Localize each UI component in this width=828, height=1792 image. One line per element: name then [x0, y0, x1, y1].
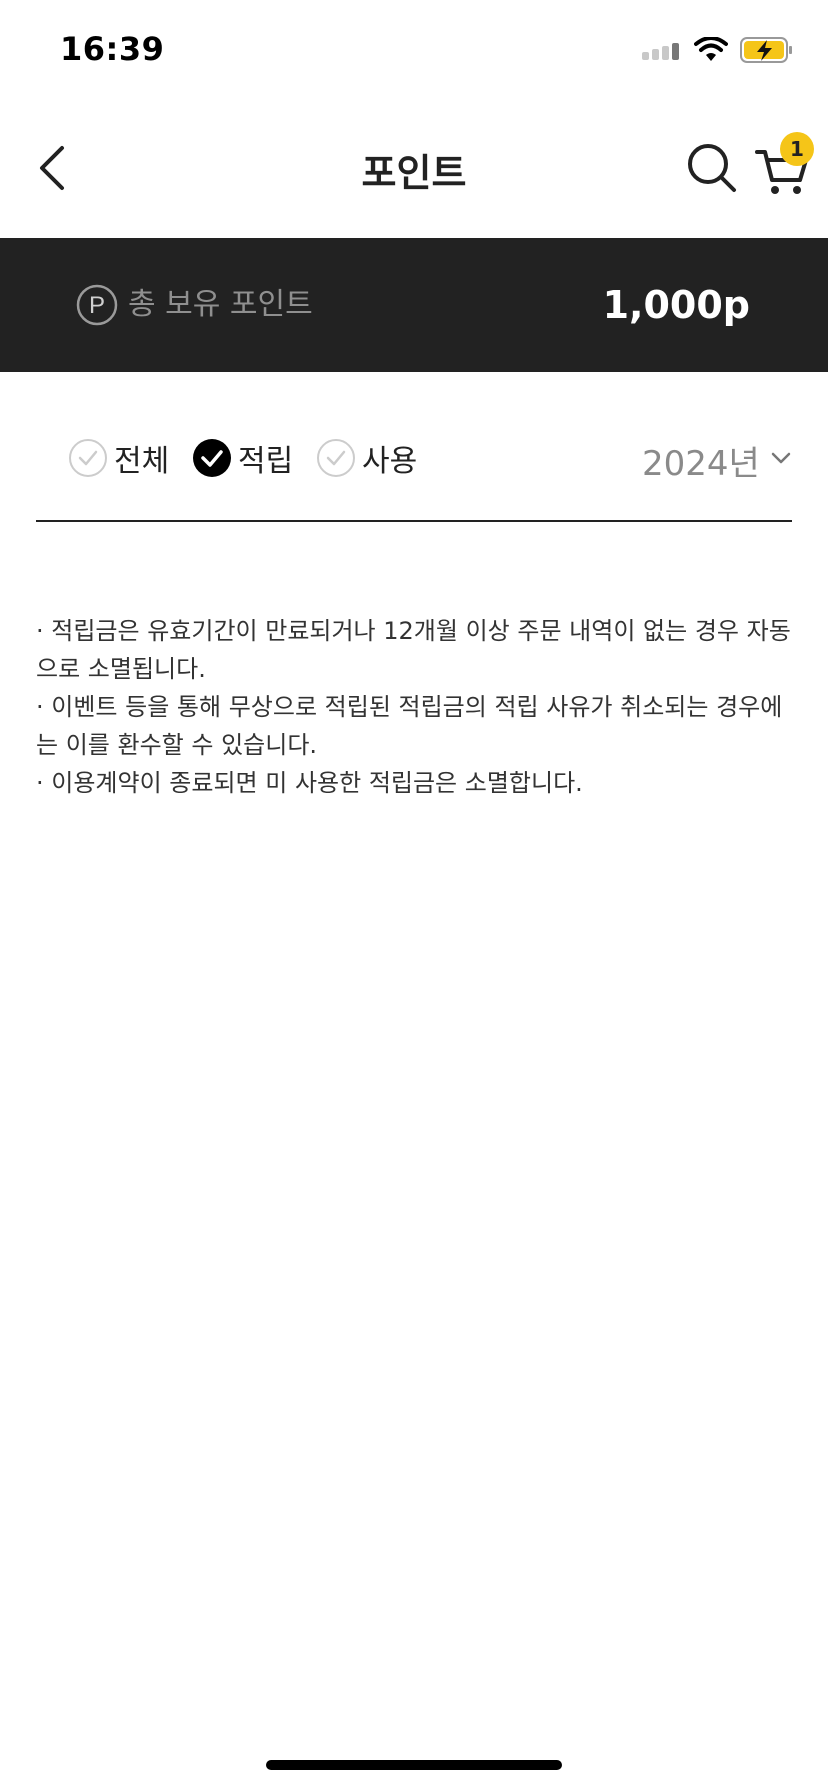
cart-count-badge: 1 [780, 132, 814, 166]
status-time: 16:39 [60, 30, 165, 68]
filter-option-earn[interactable]: 적립 [192, 436, 293, 480]
filter-option-all[interactable]: 전체 [68, 436, 169, 480]
search-button[interactable] [684, 140, 742, 198]
note-item: · 이벤트 등을 통해 무상으로 적립된 적립금의 적립 사유가 취소되는 경우… [36, 693, 783, 759]
points-value: 1,000p [602, 283, 750, 327]
points-icon-letter: P [89, 292, 105, 319]
year-select[interactable]: 2024년 [606, 430, 792, 486]
points-circle-icon: P [76, 284, 118, 326]
filter-option-label: 사용 [362, 444, 418, 479]
check-circle-outline-icon [69, 439, 107, 477]
points-label: 총 보유 포인트 [128, 287, 313, 322]
chevron-down-icon [771, 452, 791, 464]
battery-charging-icon [740, 37, 792, 63]
nav-header: 포인트 [0, 100, 828, 238]
cellular-signal-icon [642, 43, 679, 60]
filter-option-use[interactable]: 사용 [316, 436, 417, 480]
filter-option-label: 적립 [238, 444, 294, 479]
search-icon [688, 144, 736, 192]
status-bar: 16:39 [0, 0, 828, 100]
year-value: 2024년 [642, 444, 760, 484]
check-circle-outline-icon [317, 439, 355, 477]
filter-option-label: 전체 [114, 444, 170, 479]
note-item: · 이용계약이 종료되면 미 사용한 적립금은 소멸합니다. [36, 769, 583, 797]
points-banner: P 총 보유 포인트 1,000p [0, 238, 828, 372]
check-circle-filled-icon [193, 439, 231, 477]
note-item: · 적립금은 유효기간이 만료되거나 12개월 이상 주문 내역이 없는 경우 … [36, 617, 791, 683]
filter-row: 전체 적립 사용 2024년 [36, 420, 792, 522]
home-indicator[interactable] [266, 1760, 562, 1770]
wifi-icon [694, 37, 728, 61]
status-icons [642, 34, 794, 66]
points-notes: · 적립금은 유효기간이 만료되거나 12개월 이상 주문 내역이 없는 경우 … [36, 612, 792, 802]
